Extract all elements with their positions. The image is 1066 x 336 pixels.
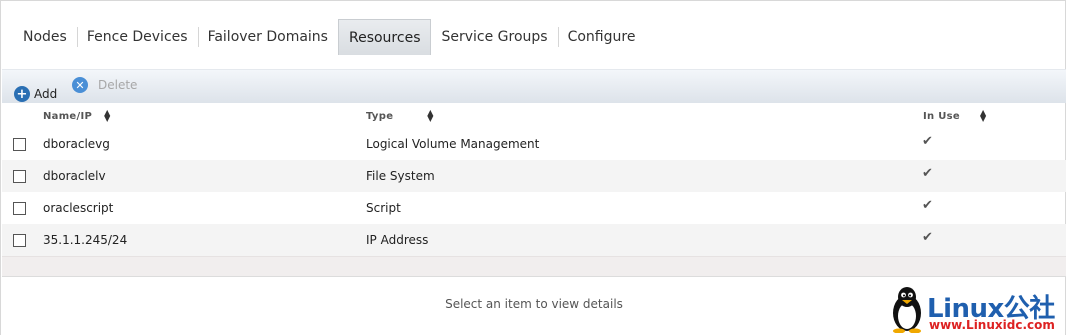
delete-label: Delete	[98, 78, 138, 92]
tab-label: Resources	[348, 29, 421, 46]
tab-fence-devices[interactable]: Fence Devices	[76, 19, 198, 55]
table-row[interactable]: 35.1.1.245/24 IP Address ✔	[2, 224, 1066, 256]
tab-nodes[interactable]: Nodes	[13, 19, 77, 55]
tab-label: Failover Domains	[207, 29, 328, 45]
resource-type: Logical Volume Management	[366, 137, 540, 151]
add-label: Add	[34, 87, 58, 101]
table-row[interactable]: dboraclelv File System ✔	[2, 160, 1066, 192]
tab-label: Service Groups	[441, 29, 548, 45]
tab-configure[interactable]: Configure	[557, 19, 646, 55]
watermark: Linux公社 www.Linuxidc.com	[889, 285, 1065, 335]
tab-bar: Nodes Fence Devices Failover Domains Res…	[13, 19, 645, 55]
resource-name: dboraclelv	[43, 169, 106, 183]
column-header-type[interactable]: Type ▲ ▼	[366, 108, 434, 123]
in-use-check-icon: ✔	[922, 198, 933, 213]
tab-resources[interactable]: Resources	[337, 19, 432, 55]
tab-label: Nodes	[23, 29, 67, 45]
delete-icon: ✕	[72, 77, 88, 93]
add-icon: +	[14, 86, 30, 102]
column-header-in-use[interactable]: In Use ▲ ▼	[923, 108, 987, 123]
tab-failover-domains[interactable]: Failover Domains	[197, 19, 338, 55]
watermark-url: www.Linuxidc.com	[929, 318, 1055, 332]
resource-type: File System	[366, 169, 435, 183]
in-use-check-icon: ✔	[922, 230, 933, 245]
resource-name: dboraclevg	[43, 137, 110, 151]
resource-name: oraclescript	[43, 201, 114, 215]
sort-icon: ▲ ▼	[979, 108, 987, 123]
row-checkbox[interactable]	[13, 138, 26, 151]
resource-name: 35.1.1.245/24	[43, 233, 128, 247]
add-button[interactable]: + Add	[14, 86, 57, 102]
row-checkbox[interactable]	[13, 202, 26, 215]
sort-icon: ▲ ▼	[427, 108, 434, 123]
row-checkbox[interactable]	[13, 234, 26, 247]
resource-toolbar: + Add ✕ Delete	[2, 69, 1066, 103]
table-header: Name/IP ▲ ▼ Type ▲ ▼ In Use ▲ ▼	[2, 104, 1066, 128]
column-header-label: Name/IP	[43, 110, 93, 122]
table-row[interactable]: oraclescript Script ✔	[2, 192, 1066, 224]
tab-service-groups[interactable]: Service Groups	[431, 19, 557, 55]
sort-icon: ▲ ▼	[104, 108, 111, 123]
resources-panel: Nodes Fence Devices Failover Domains Res…	[0, 0, 1066, 335]
penguin-logo-icon	[893, 287, 921, 333]
row-checkbox[interactable]	[13, 170, 26, 183]
in-use-check-icon: ✔	[922, 166, 933, 181]
column-header-label: Type	[366, 110, 394, 122]
resources-table: Name/IP ▲ ▼ Type ▲ ▼ In Use ▲ ▼ dboraclevg …	[2, 104, 1066, 256]
delete-button[interactable]: ✕ Delete	[72, 77, 137, 93]
tab-label: Configure	[567, 29, 636, 45]
column-header-label: In Use	[923, 110, 960, 122]
table-row[interactable]: dboraclevg Logical Volume Management ✔	[2, 128, 1066, 160]
tab-label: Fence Devices	[86, 29, 188, 45]
resource-type: Script	[366, 201, 401, 215]
column-header-name[interactable]: Name/IP ▲ ▼	[43, 108, 111, 123]
in-use-check-icon: ✔	[922, 134, 933, 149]
divider-bar	[2, 256, 1066, 277]
resource-type: IP Address	[366, 233, 429, 247]
